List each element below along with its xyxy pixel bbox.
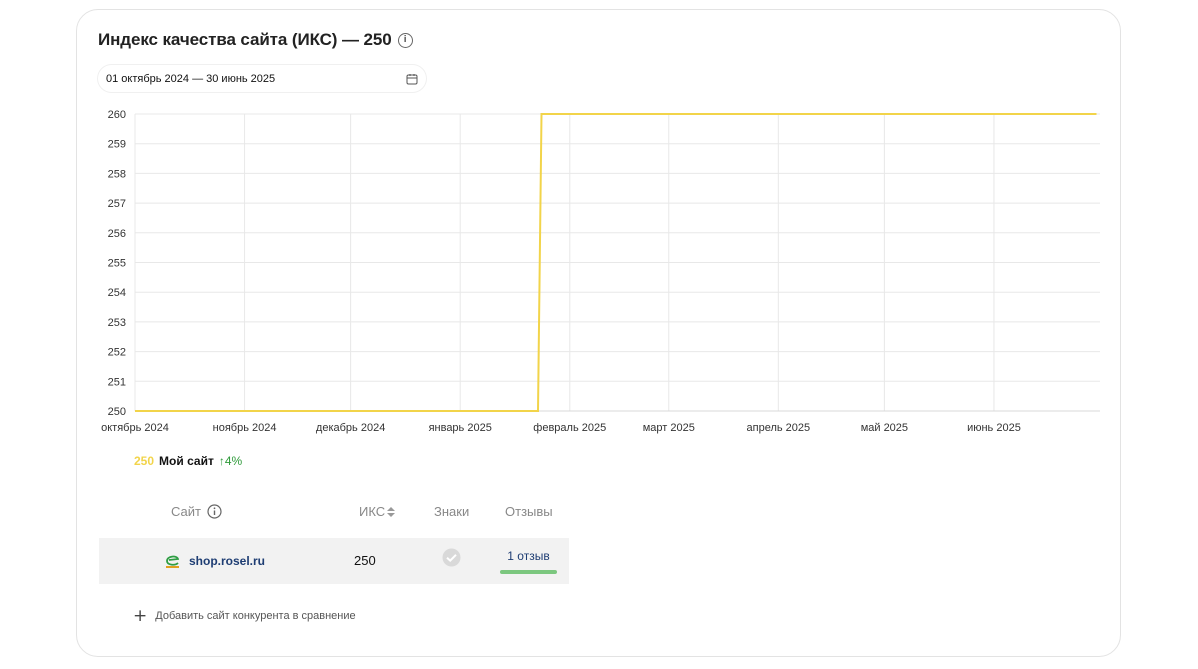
column-header-site: Сайт (171, 504, 222, 519)
column-header-iks[interactable]: ИКС (359, 504, 396, 519)
y-tick-label: 250 (108, 406, 126, 418)
column-header-reviews: Отзывы (505, 504, 553, 519)
y-tick-label: 260 (108, 109, 126, 121)
x-tick-label: декабрь 2024 (316, 422, 385, 434)
legend-value: 250 (134, 454, 155, 468)
site-favicon-icon (166, 555, 180, 568)
info-icon[interactable] (207, 504, 222, 519)
reviews-rating-bar (500, 570, 557, 574)
add-competitor-button[interactable]: + Добавить сайт конкурента в сравнение (133, 606, 356, 626)
y-axis-ticks: 260 259 258 257 256 255 254 253 252 251 250 (108, 109, 126, 418)
plus-icon: + (133, 606, 148, 626)
y-tick-label: 255 (108, 258, 126, 270)
column-header-badges-label: Знаки (434, 504, 470, 519)
title-text: Индекс качества сайта (ИКС) — 250 (98, 30, 392, 49)
date-range-picker[interactable]: 01 октябрь 2024 — 30 июнь 2025 (98, 65, 426, 92)
x-tick-label: март 2025 (643, 422, 695, 434)
y-tick-label: 253 (108, 317, 126, 329)
y-tick-label: 251 (108, 376, 126, 388)
chart-legend: 250 Мой сайт ↑4% (134, 454, 242, 468)
legend-series-name: Мой сайт (159, 454, 214, 468)
y-tick-label: 258 (108, 168, 126, 180)
add-competitor-label: Добавить сайт конкурента в сравнение (155, 610, 356, 622)
calendar-icon[interactable] (406, 73, 418, 85)
reviews-link[interactable]: 1 отзыв (500, 549, 557, 563)
iks-value: 250 (354, 553, 376, 568)
site-cell: shop.rosel.ru (164, 552, 265, 569)
y-tick-label: 254 (108, 287, 126, 299)
x-tick-label: апрель 2025 (747, 422, 811, 434)
date-range-label: 01 октябрь 2024 — 30 июнь 2025 (106, 72, 276, 85)
x-tick-label: май 2025 (861, 422, 908, 434)
legend-delta: ↑4% (218, 454, 243, 468)
column-header-site-label: Сайт (171, 504, 201, 519)
x-tick-label: июнь 2025 (967, 422, 1021, 434)
column-header-iks-label: ИКС (359, 504, 386, 519)
x-tick-label: ноябрь 2024 (213, 422, 277, 434)
page-title: Индекс качества сайта (ИКС) — 250 i (98, 30, 413, 50)
column-header-reviews-label: Отзывы (505, 504, 553, 519)
sort-icon[interactable] (386, 506, 396, 518)
x-tick-label: октябрь 2024 (101, 422, 169, 434)
y-tick-label: 256 (108, 228, 126, 240)
y-tick-label: 252 (108, 347, 126, 359)
x-axis-ticks: октябрь 2024 ноябрь 2024 декабрь 2024 январ… (101, 422, 1021, 434)
site-link[interactable]: shop.rosel.ru (189, 554, 265, 568)
column-header-badges: Знаки (434, 504, 469, 519)
x-tick-label: январь 2025 (429, 422, 492, 434)
iks-chart: 260 259 258 257 256 255 254 253 252 251 250 октябр… (101, 109, 1100, 434)
chart-grid (134, 113, 1100, 412)
y-tick-label: 259 (108, 139, 126, 151)
badge-check-icon[interactable] (442, 548, 461, 567)
x-tick-label: февраль 2025 (533, 422, 606, 434)
y-tick-label: 257 (108, 198, 126, 210)
info-icon[interactable]: i (397, 32, 413, 48)
